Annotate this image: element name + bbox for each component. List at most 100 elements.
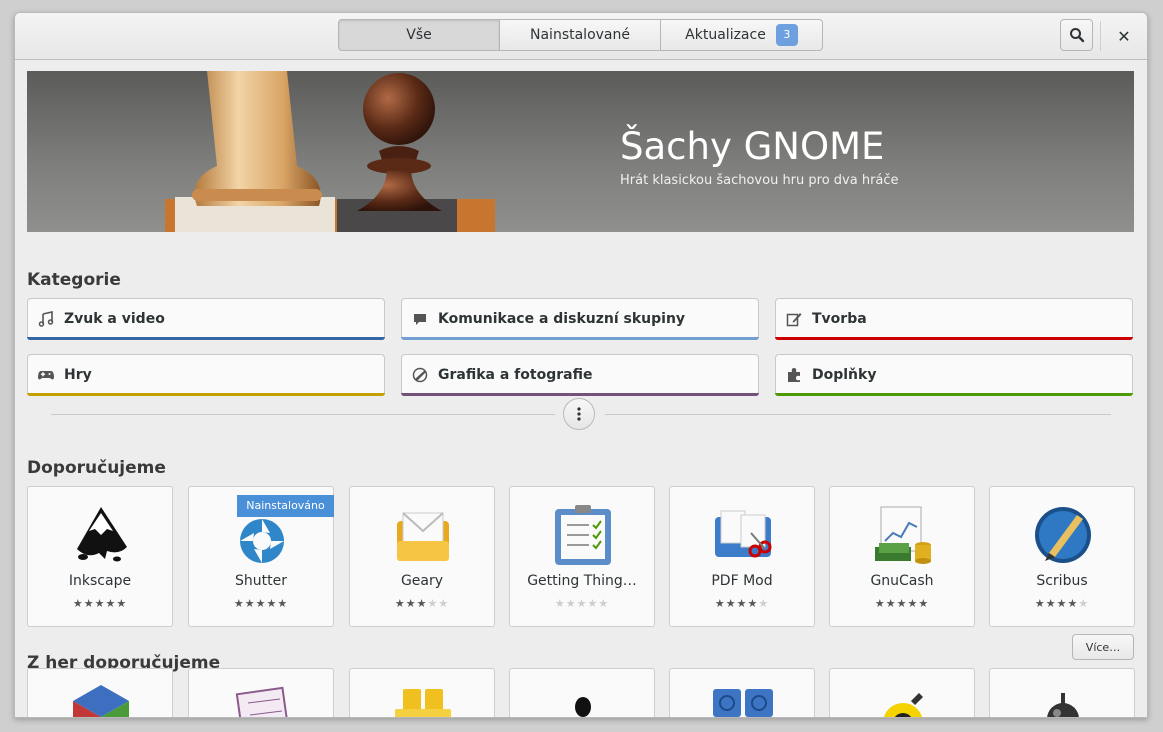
category-color-bar (775, 337, 1133, 340)
app-tile-shutter[interactable]: Nainstalováno Shutter ★★★★★ (188, 486, 334, 627)
app-tile-geary[interactable]: Geary ★★★★★ (349, 486, 495, 627)
game-tile-tux-racer[interactable] (509, 668, 655, 717)
star-filled-icon: ★ (255, 597, 267, 610)
geary-icon (397, 512, 449, 561)
star-filled-icon: ★ (405, 597, 417, 610)
category-label: Zvuk a video (64, 311, 165, 327)
banner-title: Šachy GNOME (620, 125, 885, 168)
star-filled-icon: ★ (116, 597, 128, 610)
app-name: Scribus (1036, 573, 1088, 589)
gamepad-icon (38, 367, 54, 383)
mines-icon (1047, 693, 1079, 717)
app-name: Shutter (235, 573, 287, 589)
tab-installed[interactable]: Nainstalované (499, 19, 661, 51)
game-tile-mines[interactable] (989, 668, 1135, 717)
category-label: Komunikace a diskuzní skupiny (438, 311, 686, 327)
getting-things-gnome-icon (555, 505, 611, 565)
pdf-mod-icon (715, 510, 772, 558)
category-tile-production[interactable]: Tvorba (775, 298, 1133, 340)
app-name: Inkscape (68, 573, 132, 589)
star-filled-icon: ★ (896, 597, 908, 610)
software-window: Vše Nainstalované Aktualizace 3 ✕ Šachy … (14, 12, 1148, 718)
tux-racer-icon (575, 697, 591, 717)
app-name: Getting Thing… (527, 573, 637, 589)
star-filled-icon: ★ (885, 597, 897, 610)
app-tile-gnucash[interactable]: GnuCash ★★★★★ (829, 486, 975, 627)
category-color-bar (27, 337, 385, 340)
show-more-categories-button[interactable] (563, 398, 595, 430)
star-filled-icon: ★ (907, 597, 919, 610)
app-tile-pdf-mod[interactable]: PDF Mod ★★★★★ (669, 486, 815, 627)
star-filled-icon: ★ (72, 597, 84, 610)
app-tile-getting-things-gnome[interactable]: Getting Thing… ★★★★★ (509, 486, 655, 627)
category-tile-graphics[interactable]: Grafika a fotografie (401, 354, 759, 396)
star-filled-icon: ★ (874, 597, 886, 610)
tab-all-label: Vše (406, 27, 432, 43)
categories-heading: Kategorie (27, 270, 121, 290)
category-tile-games[interactable]: Hry (27, 354, 385, 396)
star-filled-icon: ★ (714, 597, 726, 610)
category-tile-communication[interactable]: Komunikace a diskuzní skupiny (401, 298, 759, 340)
app-tile-inkscape[interactable]: Inkscape ★★★★★ (27, 486, 173, 627)
star-empty-icon: ★ (758, 597, 770, 610)
star-empty-icon: ★ (427, 597, 439, 610)
star-rating: ★★★★★ (350, 597, 494, 610)
game-tile-sudoku[interactable] (188, 668, 334, 717)
inkscape-icon (77, 507, 127, 562)
star-filled-icon: ★ (1034, 597, 1046, 610)
star-rating: ★★★★★ (670, 597, 814, 610)
game-tile-blocks[interactable] (669, 668, 815, 717)
tab-updates[interactable]: Aktualizace 3 (660, 19, 823, 51)
star-filled-icon: ★ (394, 597, 406, 610)
divider-left (51, 414, 555, 415)
game-tile-sudoku-cube[interactable] (27, 668, 173, 717)
scribus-icon (1035, 507, 1091, 563)
star-empty-icon: ★ (438, 597, 450, 610)
app-tile-scribus[interactable]: Scribus ★★★★★ (989, 486, 1135, 627)
gnucash-icon (875, 506, 931, 564)
puzzle-icon (786, 367, 802, 383)
chat-bubble-icon (412, 311, 428, 327)
tab-all[interactable]: Vše (338, 19, 500, 51)
star-filled-icon: ★ (266, 597, 278, 610)
app-name: Geary (400, 573, 444, 589)
blocks-icon (713, 689, 773, 717)
close-button[interactable]: ✕ (1109, 21, 1139, 51)
category-color-bar (27, 393, 385, 396)
more-dots-icon (577, 407, 581, 421)
overview-content: Šachy GNOME Hrát klasickou šachovou hru … (15, 60, 1147, 717)
games-more-label: Více… (1085, 640, 1121, 654)
header-separator (1100, 21, 1101, 51)
game-tile-tiles[interactable] (349, 668, 495, 717)
chess-pieces-illustration (165, 71, 495, 232)
star-rating: ★★★★★ (990, 597, 1134, 610)
category-tile-audio-video[interactable]: Zvuk a video (27, 298, 385, 340)
app-name: PDF Mod (711, 573, 773, 589)
star-empty-icon: ★ (576, 597, 588, 610)
star-filled-icon: ★ (736, 597, 748, 610)
star-empty-icon: ★ (598, 597, 610, 610)
category-label: Doplňky (812, 367, 877, 383)
view-switcher: Vše Nainstalované Aktualizace 3 (338, 19, 823, 51)
search-button[interactable] (1060, 19, 1093, 51)
star-empty-icon: ★ (1078, 597, 1090, 610)
category-label: Tvorba (812, 311, 867, 327)
game-tile-swell-foop[interactable] (829, 668, 975, 717)
category-color-bar (775, 393, 1133, 396)
star-rating: ★★★★★ (510, 597, 654, 610)
star-filled-icon: ★ (918, 597, 930, 610)
banner-subtitle: Hrát klasickou šachovou hru pro dva hráč… (620, 173, 899, 188)
category-tile-addons[interactable]: Doplňky (775, 354, 1133, 396)
tab-updates-label: Aktualizace (685, 27, 766, 43)
featured-banner[interactable]: Šachy GNOME Hrát klasickou šachovou hru … (27, 71, 1134, 232)
category-label: Grafika a fotografie (438, 367, 593, 383)
games-more-button[interactable]: Více… (1072, 634, 1134, 660)
star-filled-icon: ★ (233, 597, 245, 610)
sudoku-icon (235, 686, 290, 717)
star-filled-icon: ★ (1045, 597, 1057, 610)
category-color-bar (401, 337, 759, 340)
music-note-icon (38, 311, 54, 327)
header-bar: Vše Nainstalované Aktualizace 3 ✕ (15, 13, 1147, 60)
divider-right (605, 414, 1111, 415)
updates-count-badge: 3 (775, 24, 798, 46)
